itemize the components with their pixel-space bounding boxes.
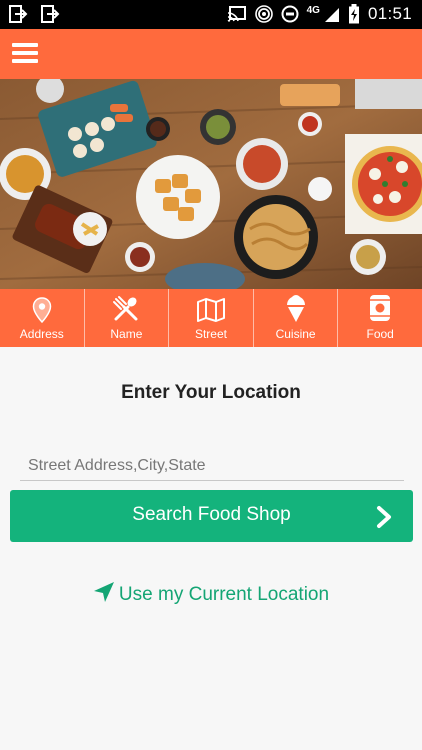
tab-name[interactable]: Name xyxy=(85,289,170,347)
food-table-photo xyxy=(0,79,422,289)
tab-address[interactable]: Address xyxy=(0,289,85,347)
search-button-label: Search Food Shop xyxy=(132,504,291,525)
cast-icon xyxy=(227,6,246,22)
page-title: Enter Your Location xyxy=(121,382,301,403)
clock: 01:51 xyxy=(367,4,412,23)
location-pin-icon xyxy=(32,297,52,323)
tab-street[interactable]: Street xyxy=(169,289,254,347)
battery-icon xyxy=(348,4,359,24)
hotspot-icon xyxy=(254,5,273,23)
chevron-right-icon xyxy=(377,506,391,528)
tab-label: Name xyxy=(110,327,143,341)
tab-label: Address xyxy=(19,327,64,341)
search-food-shop-button[interactable]: Search Food Shop xyxy=(10,490,413,542)
network-type: 4G xyxy=(306,4,320,16)
address-input[interactable] xyxy=(20,451,404,481)
hamburger-menu-icon[interactable] xyxy=(10,40,40,68)
tab-food[interactable]: Food xyxy=(338,289,422,347)
fork-spoon-icon xyxy=(113,296,138,321)
tab-label: Food xyxy=(366,327,394,341)
sign-in-icon xyxy=(41,5,60,23)
navigation-arrow-icon xyxy=(93,582,114,602)
ice-cream-icon xyxy=(286,295,305,322)
banner-image xyxy=(0,79,422,289)
status-bar: 4G 01:51 xyxy=(0,0,422,29)
tab-cuisine[interactable]: Cuisine xyxy=(254,289,339,347)
current-location-label: Use my Current Location xyxy=(118,584,330,605)
sign-in-icon xyxy=(9,5,28,23)
map-icon xyxy=(196,298,225,322)
use-current-location-link[interactable]: Use my Current Location xyxy=(0,581,422,606)
tab-label: Cuisine xyxy=(275,327,316,341)
tab-label: Street xyxy=(194,327,227,341)
app-bar xyxy=(0,29,422,79)
sync-icon xyxy=(281,5,299,23)
location-form: Enter Your Location Search Food Shop Use… xyxy=(0,347,422,750)
signal-icon xyxy=(324,8,339,22)
can-icon xyxy=(370,295,391,321)
category-tabs: Address Name Street Cuisine Food xyxy=(0,289,422,347)
